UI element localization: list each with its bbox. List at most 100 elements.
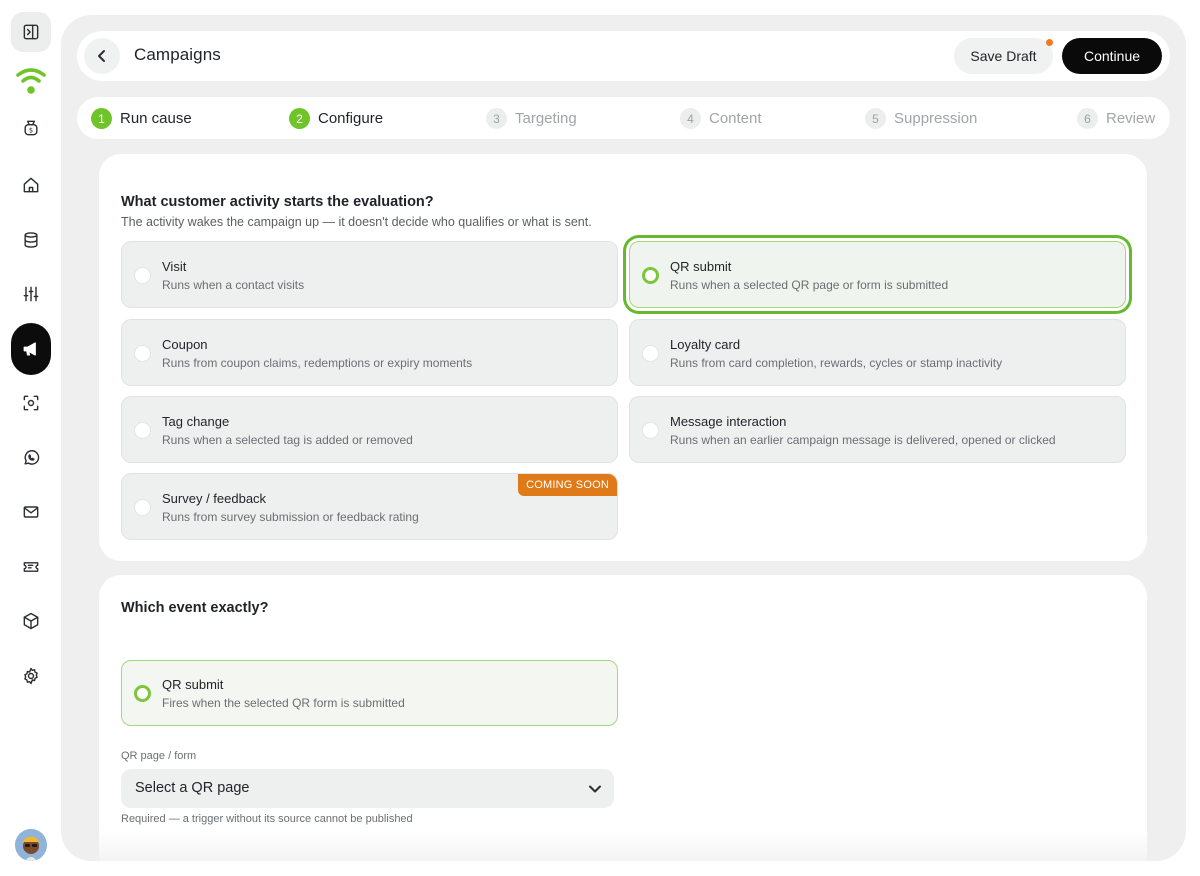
sidebar-item-products[interactable] xyxy=(11,601,51,641)
chevron-left-icon xyxy=(98,50,105,62)
sidebar-item-revenue[interactable]: $ xyxy=(11,108,51,148)
activity-question-title: What customer activity starts the evalua… xyxy=(121,194,434,210)
option-title: Message interaction xyxy=(670,414,787,429)
sidebar-toggle-button[interactable] xyxy=(11,12,51,52)
option-description: Fires when the selected QR form is submi… xyxy=(162,696,405,710)
step-label: Targeting xyxy=(515,110,577,127)
top-bar: Campaigns Save Draft Continue xyxy=(77,31,1170,81)
activity-question-subtitle: The activity wakes the campaign up — it … xyxy=(121,215,592,229)
activity-option-survey-feedback[interactable]: Survey / feedback Runs from survey submi… xyxy=(121,473,618,540)
step-configure[interactable]: 2 Configure xyxy=(289,108,383,129)
step-content[interactable]: 4 Content xyxy=(680,108,762,129)
coming-soon-badge: COMING SOON xyxy=(518,474,617,496)
event-question-title: Which event exactly? xyxy=(121,600,269,616)
qr-page-select[interactable]: Select a QR page xyxy=(121,769,614,808)
sidebar-item-email[interactable] xyxy=(11,492,51,532)
activity-option-tag-change[interactable]: Tag change Runs when a selected tag is a… xyxy=(121,396,618,463)
step-number: 2 xyxy=(289,108,310,129)
money-bag-icon: $ xyxy=(24,120,38,136)
sidebar-item-whatsapp[interactable] xyxy=(11,438,51,478)
mail-icon xyxy=(23,506,39,518)
step-label: Suppression xyxy=(894,110,978,127)
radio-button-selected[interactable] xyxy=(134,685,151,702)
gear-icon xyxy=(24,667,38,685)
qr-page-field-label: QR page / form xyxy=(121,750,197,762)
option-description: Runs when an earlier campaign message is… xyxy=(670,433,1056,447)
option-title: Loyalty card xyxy=(670,337,741,352)
user-avatar-icon xyxy=(15,829,47,861)
chevron-down-icon xyxy=(589,785,601,793)
sidebar-item-data[interactable] xyxy=(11,220,51,260)
step-number: 5 xyxy=(865,108,886,129)
sidebar-item-scan[interactable] xyxy=(11,383,51,423)
radio-button-selected[interactable] xyxy=(642,267,659,284)
sidebar-toggle-icon xyxy=(23,24,39,40)
radio-button[interactable] xyxy=(134,499,151,516)
avatar[interactable] xyxy=(15,829,47,861)
sidebar-item-home[interactable] xyxy=(11,165,51,205)
option-title: Tag change xyxy=(162,414,230,429)
option-description: Runs from survey submission or feedback … xyxy=(162,510,419,524)
sidebar: $ xyxy=(0,0,62,876)
activity-option-coupon[interactable]: Coupon Runs from coupon claims, redempti… xyxy=(121,319,618,386)
wifi-logo-icon xyxy=(16,68,46,94)
step-number: 3 xyxy=(486,108,507,129)
sidebar-item-filters[interactable] xyxy=(11,274,51,314)
activity-option-message-interaction[interactable]: Message interaction Runs when an earlier… xyxy=(629,396,1126,463)
radio-button[interactable] xyxy=(642,345,659,362)
step-label: Content xyxy=(709,110,762,127)
activity-card: What customer activity starts the evalua… xyxy=(99,154,1147,561)
step-number: 4 xyxy=(680,108,701,129)
ticket-icon xyxy=(23,562,39,572)
event-option-qr-submit[interactable]: QR submit Fires when the selected QR for… xyxy=(121,660,618,726)
select-value: Select a QR page xyxy=(135,780,250,796)
step-number: 6 xyxy=(1077,108,1098,129)
option-description: Runs when a selected tag is added or rem… xyxy=(162,433,413,447)
option-description: Runs from coupon claims, redemptions or … xyxy=(162,356,473,370)
option-description: Runs from card completion, rewards, cycl… xyxy=(670,356,1003,370)
whatsapp-icon xyxy=(24,450,40,465)
save-draft-button[interactable]: Save Draft xyxy=(954,38,1053,74)
step-run-cause[interactable]: 1 Run cause xyxy=(91,108,192,129)
svg-text:$: $ xyxy=(29,127,33,135)
option-title: Coupon xyxy=(162,337,208,352)
sidebar-item-vouchers[interactable] xyxy=(11,547,51,587)
option-title: Visit xyxy=(162,259,187,274)
step-number: 1 xyxy=(91,108,112,129)
megaphone-icon xyxy=(23,342,36,356)
event-card: Which event exactly? QR submit Fires whe… xyxy=(99,575,1147,861)
brand-logo[interactable] xyxy=(11,60,51,100)
activity-option-visit[interactable]: Visit Runs when a contact visits xyxy=(121,241,618,308)
radio-button[interactable] xyxy=(134,267,151,284)
continue-button[interactable]: Continue xyxy=(1062,38,1162,74)
home-icon xyxy=(23,177,39,193)
option-description: Runs when a contact visits xyxy=(162,278,305,292)
step-targeting[interactable]: 3 Targeting xyxy=(486,108,577,129)
option-title: QR submit xyxy=(670,259,732,274)
step-label: Review xyxy=(1106,110,1156,127)
main-panel: Campaigns Save Draft Continue 1 Run caus… xyxy=(61,15,1186,861)
option-title: QR submit xyxy=(162,677,224,692)
scan-icon xyxy=(23,395,39,411)
database-icon xyxy=(24,232,38,248)
option-description: Runs when a selected QR page or form is … xyxy=(670,278,949,292)
step-suppression[interactable]: 5 Suppression xyxy=(865,108,977,129)
scroll-fade xyxy=(99,830,1147,861)
radio-button[interactable] xyxy=(642,422,659,439)
step-review[interactable]: 6 Review xyxy=(1077,108,1155,129)
step-label: Configure xyxy=(318,110,384,127)
sidebar-item-campaigns[interactable] xyxy=(11,323,51,375)
page-title: Campaigns xyxy=(134,45,221,64)
option-title: Survey / feedback xyxy=(162,491,267,506)
activity-option-loyalty-card[interactable]: Loyalty card Runs from card completion, … xyxy=(629,319,1126,386)
box-icon xyxy=(23,612,39,630)
radio-button[interactable] xyxy=(134,345,151,362)
back-button[interactable] xyxy=(84,38,120,74)
activity-option-qr-submit[interactable]: QR submit Runs when a selected QR page o… xyxy=(629,241,1126,308)
step-label: Run cause xyxy=(120,110,192,127)
sidebar-item-settings[interactable] xyxy=(11,656,51,696)
sliders-icon xyxy=(23,286,39,302)
unsaved-indicator-dot xyxy=(1046,39,1053,46)
radio-button[interactable] xyxy=(134,422,151,439)
stepper: 1 Run cause 2 Configure 3 Targeting 4 Co… xyxy=(77,97,1170,139)
